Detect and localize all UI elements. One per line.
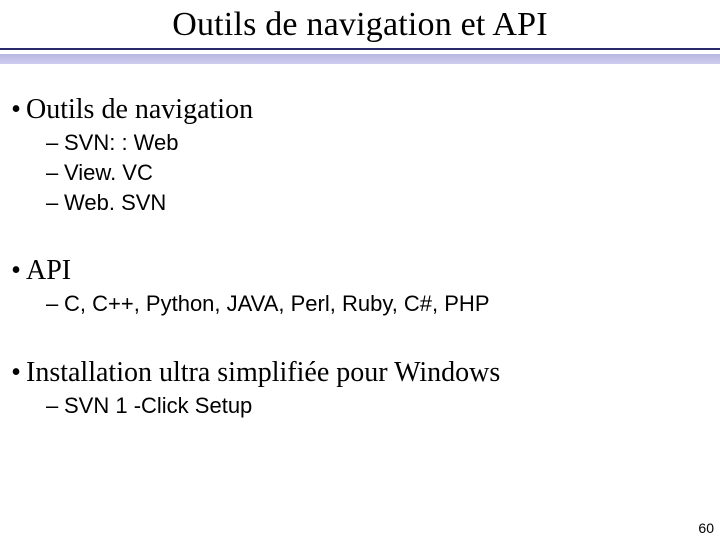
bullet-heading: Installation ultra simplifiée pour Windo… xyxy=(26,357,500,389)
bullet-dot-icon: • xyxy=(6,94,26,124)
sub-text: View. VC xyxy=(64,160,153,185)
slide-content: • Outils de navigation –SVN: : Web –View… xyxy=(0,64,720,421)
dash-icon: – xyxy=(46,289,64,319)
title-area: Outils de navigation et API xyxy=(0,0,720,64)
sub-item: –View. VC xyxy=(46,158,710,188)
bullet-dot-icon: • xyxy=(6,255,26,285)
dash-icon: – xyxy=(46,128,64,158)
sub-text: Web. SVN xyxy=(64,190,166,215)
dash-icon: – xyxy=(46,158,64,188)
sub-text: SVN 1 -Click Setup xyxy=(64,393,252,418)
bullet-item: • Outils de navigation xyxy=(6,94,710,126)
sub-text: C, C++, Python, JAVA, Perl, Ruby, C#, PH… xyxy=(64,291,490,316)
slide-title: Outils de navigation et API xyxy=(0,6,720,44)
page-number: 60 xyxy=(698,520,714,536)
bullet-heading: API xyxy=(26,255,71,287)
bullet-item: • Installation ultra simplifiée pour Win… xyxy=(6,357,710,389)
slide: Outils de navigation et API • Outils de … xyxy=(0,0,720,540)
bullet-item: • API xyxy=(6,255,710,287)
sub-text: SVN: : Web xyxy=(64,130,179,155)
bullet-dot-icon: • xyxy=(6,357,26,387)
sub-item: –Web. SVN xyxy=(46,188,710,218)
sub-item: –C, C++, Python, JAVA, Perl, Ruby, C#, P… xyxy=(46,289,710,319)
dash-icon: – xyxy=(46,391,64,421)
sub-item: –SVN: : Web xyxy=(46,128,710,158)
dash-icon: – xyxy=(46,188,64,218)
bullet-heading: Outils de navigation xyxy=(26,94,253,126)
title-underline xyxy=(0,48,720,64)
sub-item: –SVN 1 -Click Setup xyxy=(46,391,710,421)
